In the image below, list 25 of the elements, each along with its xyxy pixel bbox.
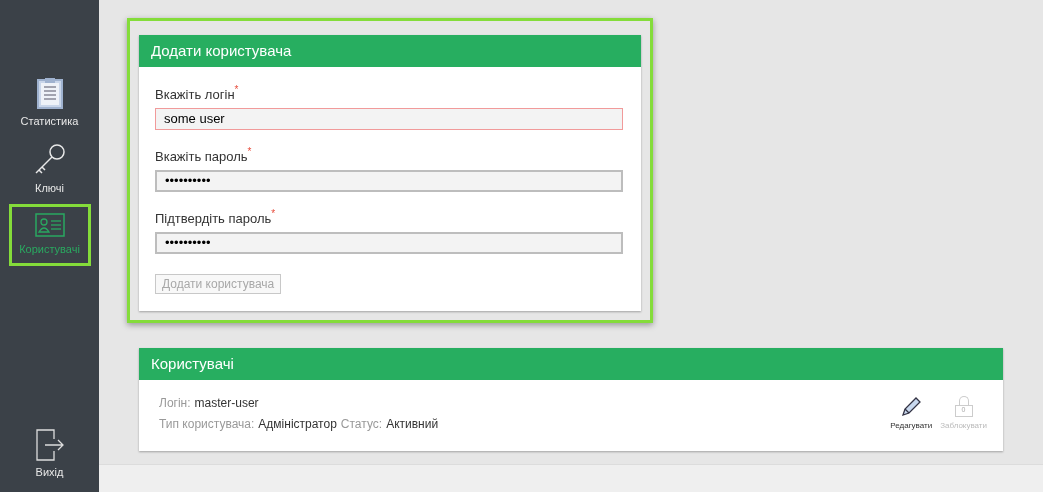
input-field[interactable]: •••••••••• xyxy=(155,231,623,254)
required-mark: * xyxy=(234,85,239,95)
field-label: Підтвердіть пароль xyxy=(155,211,272,228)
field-label: Вкажіть пароль xyxy=(155,149,248,166)
clipboard-icon xyxy=(35,76,64,109)
input-field[interactable]: •••••••••• xyxy=(155,169,623,192)
status-value: Активний xyxy=(386,416,439,433)
sidebar-item[interactable]: Статистика xyxy=(8,72,91,134)
card-title: Додати користувача xyxy=(151,40,292,61)
sidebar-item[interactable]: Ключі xyxy=(8,138,91,200)
field-caption: Статус: xyxy=(340,416,383,433)
field-caption: Тип користувача: xyxy=(159,416,255,433)
field-label: Вкажіть логін xyxy=(155,87,235,104)
id-card-icon xyxy=(34,212,65,237)
type-value: Адміністратор xyxy=(258,416,337,433)
required-mark: * xyxy=(247,147,252,157)
panel-title: Користувачі xyxy=(151,353,234,374)
logout-item[interactable]: Вихід xyxy=(34,428,65,480)
field-caption: Логін: xyxy=(159,395,191,412)
login-value: master-user xyxy=(194,395,259,412)
edit-button[interactable]: Редагувати xyxy=(890,395,933,432)
required-mark: * xyxy=(271,209,276,219)
exit-icon xyxy=(34,428,65,461)
pencil-icon xyxy=(900,395,923,418)
input-field[interactable]: some user xyxy=(155,107,623,130)
